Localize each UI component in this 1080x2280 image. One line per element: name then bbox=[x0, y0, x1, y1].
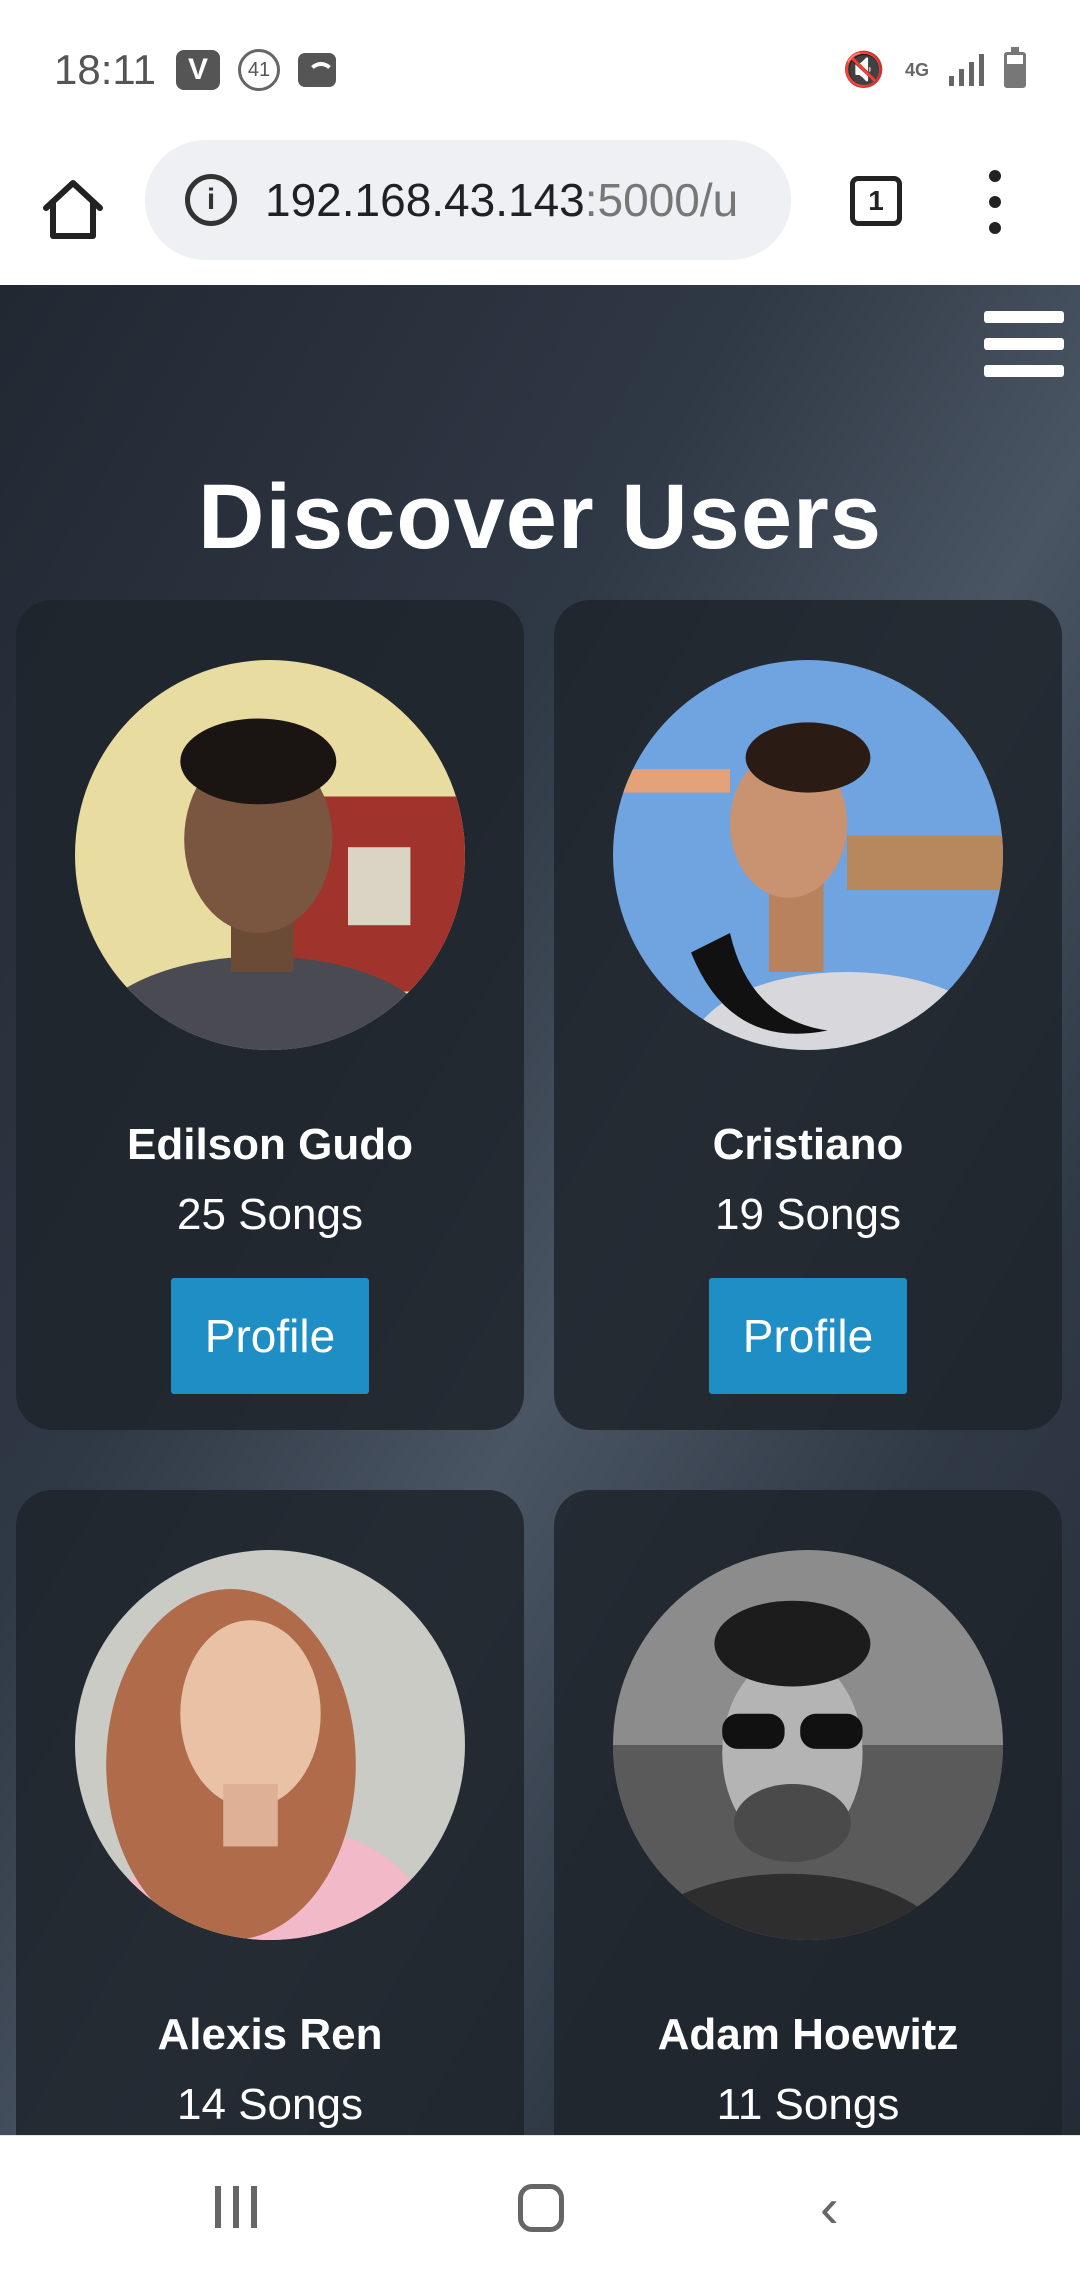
status-time: 18:11 bbox=[54, 46, 156, 93]
user-song-count: 14 Songs bbox=[177, 2080, 363, 2129]
url-text[interactable]: 192.168.43.143:5000/u bbox=[265, 173, 738, 227]
user-name: Adam Hoewitz bbox=[657, 2010, 959, 2059]
info-icon[interactable]: i bbox=[185, 174, 237, 226]
profile-button[interactable]: Profile bbox=[709, 1278, 907, 1394]
user-song-count: 25 Songs bbox=[177, 1190, 363, 1239]
user-card: Cristiano 19 Songs Profile bbox=[554, 600, 1062, 1430]
user-card: Adam Hoewitz 11 Songs Profile bbox=[554, 1490, 1062, 2135]
address-bar[interactable]: i 192.168.43.143:5000/u bbox=[145, 140, 791, 260]
hamburger-menu-icon[interactable] bbox=[984, 311, 1064, 377]
avatar bbox=[613, 1550, 1003, 1940]
user-song-count: 19 Songs bbox=[715, 1190, 901, 1239]
user-name: Cristiano bbox=[712, 1120, 904, 1169]
network-type-icon: 4G bbox=[904, 60, 929, 80]
tabs-icon[interactable]: 1 bbox=[850, 176, 902, 226]
navigation-bar: ‹ bbox=[0, 2135, 1080, 2280]
back-icon[interactable]: ‹ bbox=[820, 2180, 839, 2236]
home-nav-icon[interactable] bbox=[518, 2184, 564, 2232]
status-system-icons: 🔇 4G bbox=[842, 47, 1026, 90]
profile-button[interactable]: Profile bbox=[171, 1278, 369, 1394]
avatar bbox=[613, 660, 1003, 1050]
page-content: Discover Users Edilson Gudo 25 Songs Pro… bbox=[0, 285, 1080, 2135]
signal-icon bbox=[949, 54, 984, 86]
browser-toolbar: i 192.168.43.143:5000/u 1 bbox=[0, 140, 1080, 285]
avatar bbox=[75, 1550, 465, 1940]
avatar bbox=[75, 660, 465, 1050]
user-name: Alexis Ren bbox=[157, 2010, 383, 2059]
url-host: 192.168.43.143 bbox=[265, 174, 585, 226]
status-bar: 18:11 V 41 🔇 4G bbox=[0, 0, 1080, 140]
user-name: Edilson Gudo bbox=[127, 1120, 413, 1169]
overflow-menu-icon[interactable] bbox=[980, 170, 1010, 234]
vivo-app-icon: V bbox=[176, 50, 220, 90]
url-path: :5000/u bbox=[584, 174, 739, 226]
battery-icon bbox=[1004, 47, 1026, 88]
notification-count-icon: 41 bbox=[238, 49, 280, 91]
mute-icon: 🔇 bbox=[842, 51, 885, 89]
wifi-hotspot-icon bbox=[298, 53, 336, 87]
recents-icon[interactable] bbox=[215, 2186, 257, 2228]
user-card: Alexis Ren 14 Songs Profile bbox=[16, 1490, 524, 2135]
page-title: Discover Users bbox=[198, 466, 882, 568]
home-icon bbox=[43, 180, 103, 239]
user-card: Edilson Gudo 25 Songs Profile bbox=[16, 600, 524, 1430]
home-button[interactable] bbox=[38, 174, 108, 244]
user-grid: Edilson Gudo 25 Songs Profile Cristiano bbox=[16, 600, 1066, 2135]
user-song-count: 11 Songs bbox=[716, 2080, 900, 2129]
status-notification-icons: V 41 bbox=[176, 49, 336, 91]
